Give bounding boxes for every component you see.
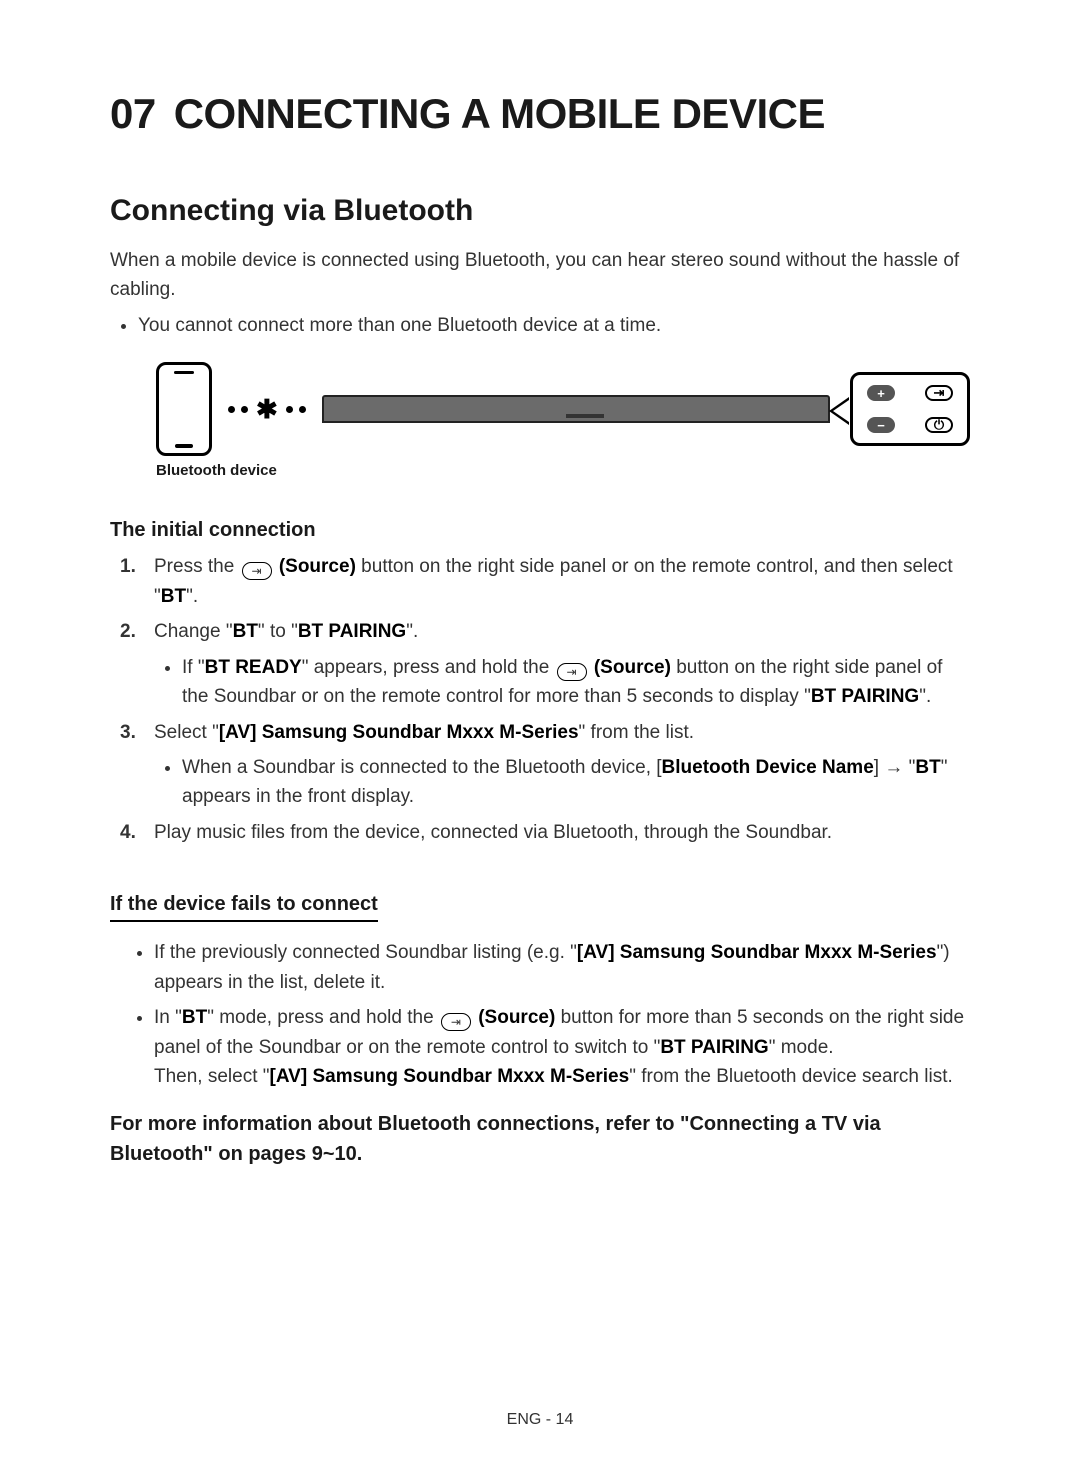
chapter-title: 07 CONNECTING A MOBILE DEVICE xyxy=(110,90,970,138)
step-3-sub: When a Soundbar is connected to the Blue… xyxy=(182,753,970,812)
bluetooth-connection-icon: ✱ xyxy=(228,394,306,425)
step-1-num: 1. xyxy=(120,552,136,581)
fail-bullet-1: If the previously connected Soundbar lis… xyxy=(154,938,970,997)
power-button-icon: ⏻ xyxy=(925,417,953,433)
fail-bullets: If the previously connected Soundbar lis… xyxy=(154,938,970,1091)
plus-button-icon: + xyxy=(867,385,895,401)
step-2-num: 2. xyxy=(120,617,136,646)
minus-button-icon: − xyxy=(867,417,895,433)
step-1-text: Press the ⇥ (Source) button on the right… xyxy=(154,556,953,606)
chapter-number: 07 xyxy=(110,90,156,137)
step-2-text: Change "BT" to "BT PAIRING". xyxy=(154,621,418,642)
phone-icon xyxy=(156,362,212,456)
intro-bullet: You cannot connect more than one Bluetoo… xyxy=(138,311,970,340)
step-3: 3. Select "[AV] Samsung Soundbar Mxxx M-… xyxy=(120,718,970,812)
illustration-caption: Bluetooth device xyxy=(156,462,970,479)
step-2: 2. Change "BT" to "BT PAIRING". If "BT R… xyxy=(120,617,970,711)
step-3-text: Select "[AV] Samsung Soundbar Mxxx M-Ser… xyxy=(154,722,694,743)
intro-paragraph: When a mobile device is connected using … xyxy=(110,246,970,305)
source-icon: ⇥ xyxy=(441,1013,471,1031)
heading-initial-connection: The initial connection xyxy=(110,519,970,542)
fail-bullet-2: In "BT" mode, press and hold the ⇥ (Sour… xyxy=(154,1003,970,1091)
chapter-title-text: CONNECTING A MOBILE DEVICE xyxy=(174,90,825,137)
step-4-num: 4. xyxy=(120,818,136,847)
bluetooth-illustration: ✱ + ⇥ − ⏻ xyxy=(156,362,970,456)
step-4-text: Play music files from the device, connec… xyxy=(154,822,832,843)
page-footer: ENG - 14 xyxy=(0,1411,1080,1429)
step-1: 1. Press the ⇥ (Source) button on the ri… xyxy=(120,552,970,611)
source-icon: ⇥ xyxy=(242,562,272,580)
side-panel-icon: + ⇥ − ⏻ xyxy=(850,372,970,446)
soundbar-icon xyxy=(322,395,830,423)
step-3-num: 3. xyxy=(120,718,136,747)
source-icon: ⇥ xyxy=(557,663,587,681)
initial-connection-steps: 1. Press the ⇥ (Source) button on the ri… xyxy=(120,552,970,847)
more-info-note: For more information about Bluetooth con… xyxy=(110,1109,970,1169)
section-title: Connecting via Bluetooth xyxy=(110,194,970,228)
heading-fails-to-connect: If the device fails to connect xyxy=(110,893,378,922)
bluetooth-icon: ✱ xyxy=(256,394,278,425)
step-2-sub: If "BT READY" appears, press and hold th… xyxy=(182,653,970,712)
source-button-icon: ⇥ xyxy=(925,385,953,401)
step-4: 4. Play music files from the device, con… xyxy=(120,818,970,847)
